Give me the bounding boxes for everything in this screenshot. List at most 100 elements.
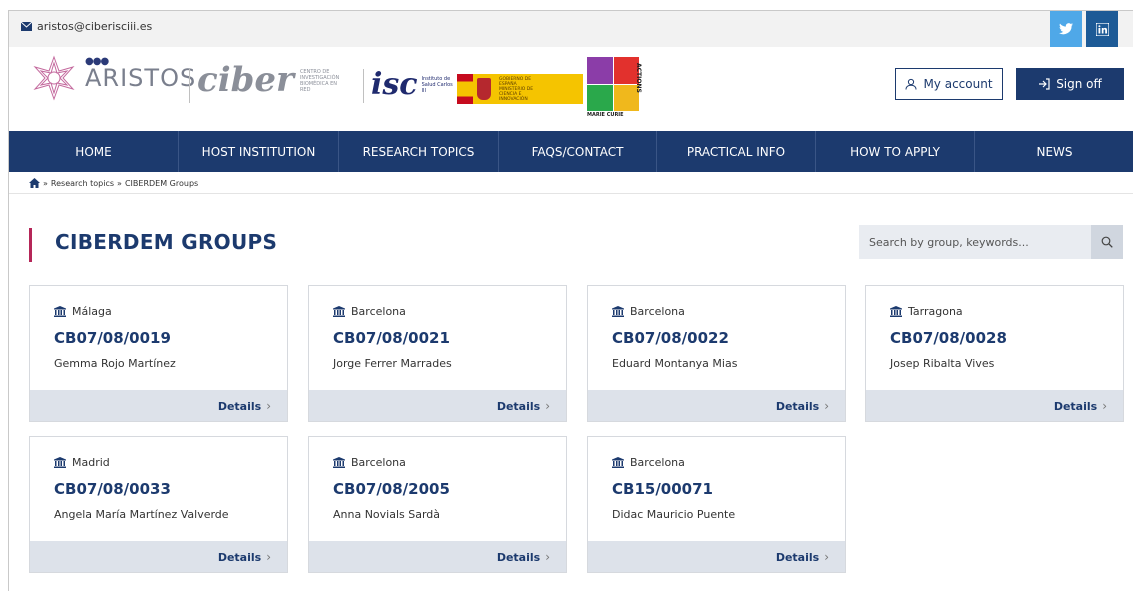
card-code: CB07/08/0033	[54, 480, 171, 498]
main-nav: HOME HOST INSTITUTION RESEARCH TOPICS FA…	[9, 131, 1133, 172]
card-code: CB15/00071	[612, 480, 713, 498]
title-accent-bar	[29, 228, 32, 262]
institution-icon	[612, 457, 624, 468]
card-city: Tarragona	[890, 305, 963, 318]
details-link[interactable]: Details ›	[497, 399, 550, 413]
marie-curie-label: MARIE CURIE	[587, 112, 624, 118]
card-code: CB07/08/0021	[333, 329, 450, 347]
institution-icon	[54, 306, 66, 317]
card-city: Barcelona	[333, 456, 406, 469]
card-leader: Josep Ribalta Vives	[890, 357, 995, 370]
coat-of-arms-icon	[477, 78, 491, 100]
card-leader: Angela María Martínez Valverde	[54, 508, 229, 521]
nav-how-to-apply[interactable]: HOW TO APPLY	[816, 131, 975, 172]
institution-icon	[333, 457, 345, 468]
aristos-dots: ●●●	[85, 56, 109, 67]
top-bar: aristos@ciberisciii.es	[9, 11, 1133, 47]
my-account-button[interactable]: My account	[895, 68, 1003, 100]
details-link[interactable]: Details ›	[218, 550, 271, 564]
card-city: Málaga	[54, 305, 112, 318]
institution-icon	[612, 306, 624, 317]
linkedin-button[interactable]	[1086, 11, 1118, 47]
card-city: Barcelona	[612, 305, 685, 318]
chevron-right-icon: ›	[545, 399, 550, 413]
breadcrumb: » Research topics » CIBERDEM Groups	[29, 174, 198, 192]
details-link[interactable]: Details ›	[218, 399, 271, 413]
ciber-subtitle: CENTRO DE INVESTIGACIÓN BIOMÉDICA EN RED	[299, 69, 340, 93]
details-label: Details	[217, 399, 262, 413]
email-link[interactable]: aristos@ciberisciii.es	[21, 20, 152, 33]
sign-off-button[interactable]: Sign off	[1016, 68, 1124, 100]
details-link[interactable]: Details ›	[497, 550, 550, 564]
card-leader: Didac Mauricio Puente	[612, 508, 736, 521]
breadcrumb-research-topics[interactable]: Research topics	[51, 179, 114, 188]
card-city-label: Tarragona	[908, 305, 963, 318]
card-leader: Eduard Montanya Mias	[612, 357, 738, 370]
card-footer: Details ›	[309, 390, 566, 421]
nav-practical-info[interactable]: PRACTICAL INFO	[657, 131, 816, 172]
chevron-right-icon: ›	[1102, 399, 1107, 413]
isc-wordmark: isc	[371, 67, 418, 102]
sign-off-label: Sign off	[1056, 77, 1102, 91]
card-city-label: Barcelona	[630, 305, 685, 318]
card-footer: Details ›	[30, 541, 287, 572]
nav-faqs-contact[interactable]: FAQS/CONTACT	[499, 131, 657, 172]
chevron-right-icon: ›	[266, 399, 271, 413]
logo-divider	[189, 69, 190, 103]
details-link[interactable]: Details ›	[776, 550, 829, 564]
details-label: Details	[496, 399, 541, 413]
breadcrumb-separator: »	[117, 178, 122, 188]
aristos-star-icon	[33, 55, 75, 101]
details-label: Details	[217, 550, 262, 564]
group-card: Málaga CB07/08/0019 Gemma Rojo Martínez …	[29, 285, 288, 422]
search-button[interactable]	[1091, 225, 1123, 259]
card-code: CB07/08/0019	[54, 329, 171, 347]
chevron-right-icon: ›	[824, 399, 829, 413]
institution-icon	[333, 306, 345, 317]
breadcrumb-separator: »	[43, 178, 48, 188]
chevron-right-icon: ›	[545, 550, 550, 564]
page: aristos@ciberisciii.es ●●● ARISTOS ciber…	[8, 10, 1133, 591]
isciii-logo[interactable]: isc Instituto de Salud Carlos III	[371, 67, 454, 102]
group-card: Barcelona CB07/08/2005 Anna Novials Sard…	[308, 436, 567, 573]
card-city: Madrid	[54, 456, 110, 469]
logo-divider	[363, 69, 364, 103]
twitter-button[interactable]	[1050, 11, 1082, 47]
chevron-right-icon: ›	[266, 550, 271, 564]
card-leader: Gemma Rojo Martínez	[54, 357, 176, 370]
group-card: Barcelona CB15/00071 Didac Mauricio Puen…	[587, 436, 846, 573]
card-code: CB07/08/2005	[333, 480, 450, 498]
card-footer: Details ›	[30, 390, 287, 421]
linkedin-icon	[1095, 22, 1109, 36]
nav-host-institution[interactable]: HOST INSTITUTION	[179, 131, 339, 172]
nav-home[interactable]: HOME	[9, 131, 179, 172]
nav-news[interactable]: NEWS	[975, 131, 1133, 172]
card-footer: Details ›	[588, 541, 845, 572]
actions-label: ACTIONS	[635, 63, 642, 93]
ciber-logo[interactable]: ciber CENTRO DE INVESTIGACIÓN BIOMÉDICA …	[197, 61, 344, 99]
twitter-icon	[1059, 23, 1073, 35]
card-leader: Jorge Ferrer Marrades	[333, 357, 452, 370]
search-input[interactable]	[859, 225, 1091, 259]
site-header: ●●● ARISTOS ciber CENTRO DE INVESTIGACIÓ…	[9, 47, 1133, 131]
home-icon[interactable]	[29, 178, 40, 188]
aristos-wordmark: ●●● ARISTOS	[85, 56, 197, 92]
card-code: CB07/08/0022	[612, 329, 729, 347]
details-label: Details	[775, 399, 820, 413]
card-city: Barcelona	[333, 305, 406, 318]
details-link[interactable]: Details ›	[776, 399, 829, 413]
group-card: Barcelona CB07/08/0021 Jorge Ferrer Marr…	[308, 285, 567, 422]
isc-subtitle: Instituto de Salud Carlos III	[421, 75, 453, 94]
sign-out-icon	[1039, 78, 1050, 90]
details-link[interactable]: Details ›	[1054, 399, 1107, 413]
email-text: aristos@ciberisciii.es	[37, 20, 153, 33]
aristos-logo[interactable]: ●●● ARISTOS	[31, 55, 196, 101]
breadcrumb-current: CIBERDEM Groups	[124, 178, 199, 188]
search-box	[859, 225, 1123, 259]
marie-curie-logo[interactable]	[587, 57, 639, 111]
nav-research-topics[interactable]: RESEARCH TOPICS	[339, 131, 499, 172]
group-card: Madrid CB07/08/0033 Angela María Martíne…	[29, 436, 288, 573]
card-code: CB07/08/0028	[890, 329, 1007, 347]
gobierno-logo[interactable]: GOBIERNO DE ESPAÑA MINISTERIO DE CIENCIA…	[457, 74, 583, 104]
breadcrumb-divider	[9, 193, 1133, 194]
